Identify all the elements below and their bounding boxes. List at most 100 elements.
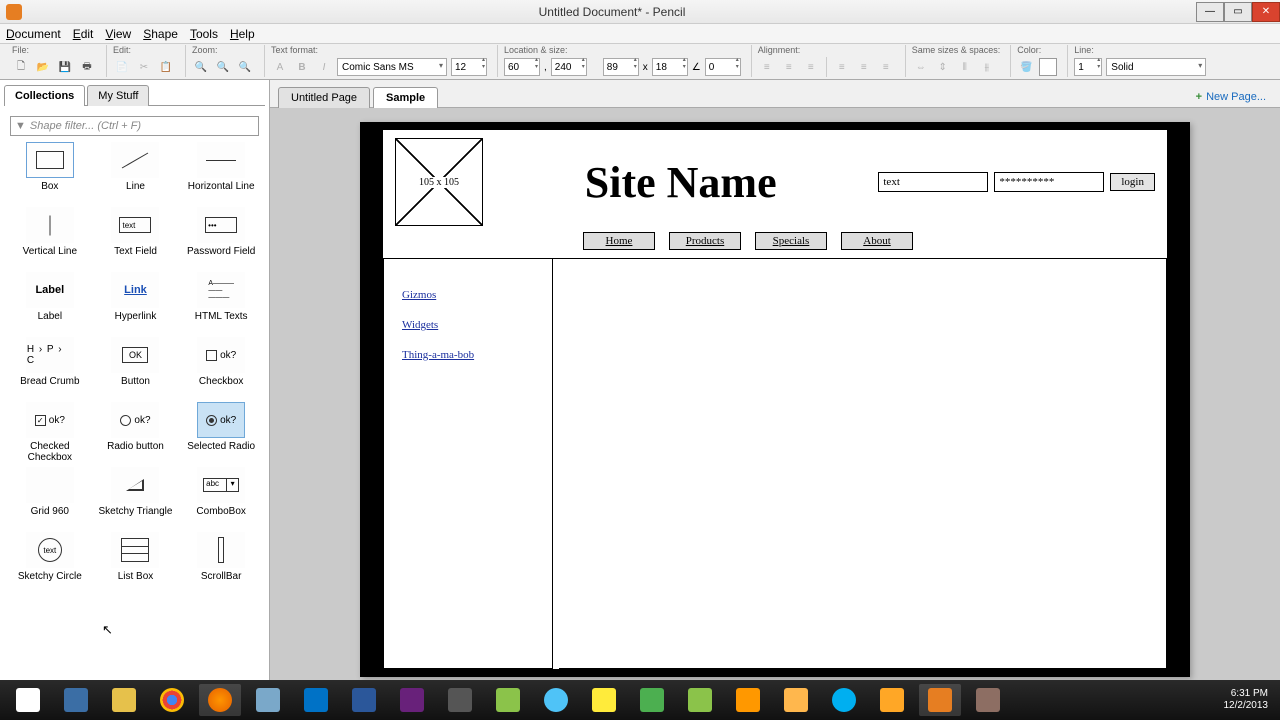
align-bottom-icon[interactable]: ≡: [877, 58, 895, 76]
shape-horizontal-line[interactable]: Horizontal Line: [179, 142, 263, 203]
align-left-icon[interactable]: ≡: [758, 58, 776, 76]
username-field[interactable]: text: [878, 172, 988, 192]
shape-label[interactable]: Label Label: [8, 272, 92, 333]
task-explorer[interactable]: [55, 684, 97, 716]
sidelink-gizmos[interactable]: Gizmos: [402, 289, 534, 301]
nav-home[interactable]: Home: [583, 232, 655, 250]
font-family-combo[interactable]: Comic Sans MS: [337, 58, 447, 76]
image-placeholder[interactable]: 105 x 105: [395, 138, 483, 226]
shape-filter-input[interactable]: ▼ Shape filter... (Ctrl + F): [10, 116, 259, 136]
align-middle-icon[interactable]: ≡: [855, 58, 873, 76]
space-v-icon[interactable]: ⫵: [978, 58, 996, 76]
side-column[interactable]: GizmosWidgetsThing-a-ma-bob: [383, 259, 553, 669]
nav-about[interactable]: About: [841, 232, 913, 250]
task-outlook[interactable]: [295, 684, 337, 716]
line-style-combo[interactable]: Solid: [1106, 58, 1206, 76]
save-file-icon[interactable]: 💾: [56, 58, 74, 76]
task-dw[interactable]: [631, 684, 673, 716]
task-np[interactable]: [679, 684, 721, 716]
task-pencil[interactable]: [919, 684, 961, 716]
align-top-icon[interactable]: ≡: [833, 58, 851, 76]
menu-help[interactable]: Help: [230, 27, 255, 41]
task-firefox[interactable]: [199, 684, 241, 716]
task-app4[interactable]: [775, 684, 817, 716]
task-app1[interactable]: [439, 684, 481, 716]
align-center-icon[interactable]: ≡: [780, 58, 798, 76]
space-h-icon[interactable]: ⫴: [956, 58, 974, 76]
color-swatch[interactable]: [1039, 58, 1057, 76]
italic-icon[interactable]: I: [315, 58, 333, 76]
cut-icon[interactable]: ✂: [135, 58, 153, 76]
task-app2[interactable]: [487, 684, 529, 716]
task-notes[interactable]: [583, 684, 625, 716]
task-app6[interactable]: [967, 684, 1009, 716]
new-page-button[interactable]: + New Page...: [1190, 87, 1272, 107]
zoom-in-icon[interactable]: 🔍: [192, 58, 210, 76]
shape-line[interactable]: Line: [94, 142, 178, 203]
shape-list-box[interactable]: List Box: [94, 532, 178, 593]
main-column[interactable]: [559, 259, 1167, 669]
font-size-spin[interactable]: 12: [451, 58, 487, 76]
zoom-reset-icon[interactable]: 🔍: [236, 58, 254, 76]
shape-radio-button[interactable]: ok? Radio button: [94, 402, 178, 463]
shape-grid-960[interactable]: Grid 960: [8, 467, 92, 528]
task-snip[interactable]: [247, 684, 289, 716]
copy-icon[interactable]: 📄: [113, 58, 131, 76]
login-button[interactable]: login: [1110, 173, 1155, 191]
shape-combobox[interactable]: abc▾ ComboBox: [179, 467, 263, 528]
print-icon[interactable]: 🖶: [78, 58, 96, 76]
sidelink-thing-a-ma-bob[interactable]: Thing-a-ma-bob: [402, 349, 534, 361]
task-app3[interactable]: [727, 684, 769, 716]
menu-shape[interactable]: Shape: [143, 27, 178, 41]
new-file-icon[interactable]: 🗋: [12, 58, 30, 76]
shape-scrollbar[interactable]: ScrollBar: [179, 532, 263, 593]
task-app5[interactable]: [871, 684, 913, 716]
shape-hyperlink[interactable]: Link Hyperlink: [94, 272, 178, 333]
shape-sketchy-triangle[interactable]: Sketchy Triangle: [94, 467, 178, 528]
canvas-viewport[interactable]: 105 x 105 Site Name text ********** logi…: [270, 108, 1280, 680]
size-w-spin[interactable]: 89: [603, 58, 639, 76]
same-width-icon[interactable]: ⇔: [912, 58, 930, 76]
maximize-button[interactable]: ▭: [1224, 2, 1252, 22]
same-height-icon[interactable]: ⇕: [934, 58, 952, 76]
task-files[interactable]: [103, 684, 145, 716]
password-field[interactable]: **********: [994, 172, 1104, 192]
rot-spin[interactable]: 0: [705, 58, 741, 76]
page-tab-sample[interactable]: Sample: [373, 87, 438, 108]
task-skype[interactable]: [823, 684, 865, 716]
bold-icon[interactable]: B: [293, 58, 311, 76]
open-file-icon[interactable]: 📂: [34, 58, 52, 76]
shape-checked-checkbox[interactable]: ✓ok? Checked Checkbox: [8, 402, 92, 463]
tab-collections[interactable]: Collections: [4, 85, 85, 106]
fill-icon[interactable]: 🪣: [1017, 58, 1035, 76]
text-color-icon[interactable]: A: [271, 58, 289, 76]
site-name-label[interactable]: Site Name: [503, 157, 858, 208]
nav-products[interactable]: Products: [669, 232, 741, 250]
taskbar[interactable]: 6:31 PM 12/2/2013: [0, 680, 1280, 720]
line-width-spin[interactable]: 1: [1074, 58, 1102, 76]
task-browser[interactable]: [535, 684, 577, 716]
tab-mystuff[interactable]: My Stuff: [87, 85, 149, 106]
menu-tools[interactable]: Tools: [190, 27, 218, 41]
page-tab-untitled[interactable]: Untitled Page: [278, 87, 370, 108]
paste-icon[interactable]: 📋: [157, 58, 175, 76]
shape-password-field[interactable]: ••• Password Field: [179, 207, 263, 268]
zoom-out-icon[interactable]: 🔍: [214, 58, 232, 76]
shape-selected-radio[interactable]: ok? Selected Radio: [179, 402, 263, 463]
shape-vertical-line[interactable]: Vertical Line: [8, 207, 92, 268]
shape-html-texts[interactable]: A———————— HTML Texts: [179, 272, 263, 333]
nav-specials[interactable]: Specials: [755, 232, 827, 250]
task-chrome[interactable]: [151, 684, 193, 716]
menu-view[interactable]: View: [105, 27, 131, 41]
menu-document[interactable]: Document: [6, 27, 61, 41]
shape-checkbox[interactable]: ok? Checkbox: [179, 337, 263, 398]
task-word[interactable]: [343, 684, 385, 716]
shape-button[interactable]: OK Button: [94, 337, 178, 398]
close-button[interactable]: ✕: [1252, 2, 1280, 22]
shape-box[interactable]: Box: [8, 142, 92, 203]
size-h-spin[interactable]: 18: [652, 58, 688, 76]
system-tray[interactable]: 6:31 PM 12/2/2013: [1224, 688, 1277, 712]
loc-y-spin[interactable]: 240: [551, 58, 587, 76]
shape-sketchy-circle[interactable]: text Sketchy Circle: [8, 532, 92, 593]
task-vscode[interactable]: [391, 684, 433, 716]
